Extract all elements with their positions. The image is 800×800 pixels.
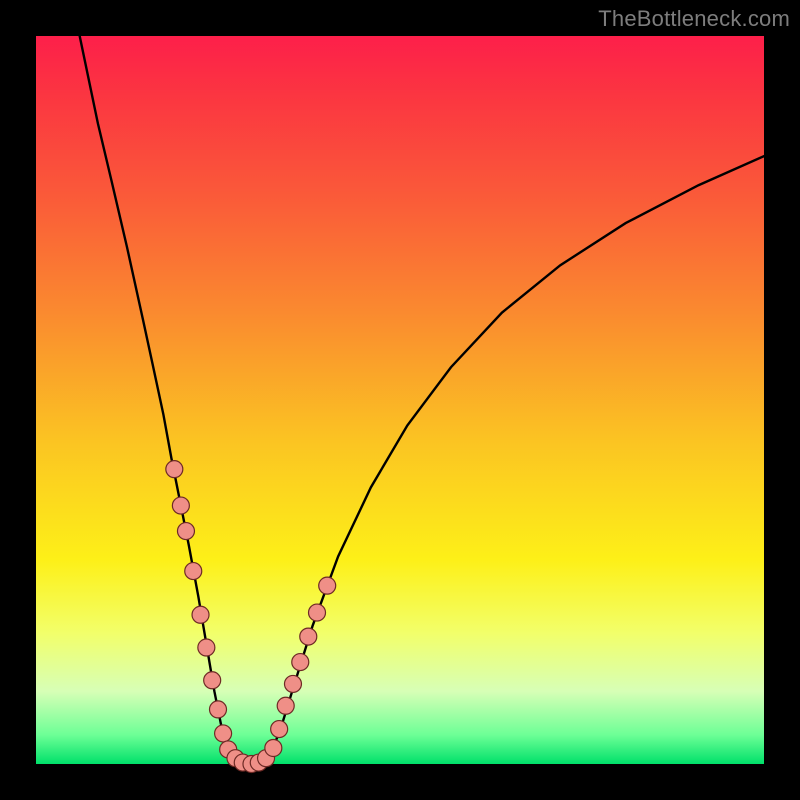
threshold-dot (300, 628, 317, 645)
chart-frame: TheBottleneck.com (0, 0, 800, 800)
bottleneck-curve (80, 36, 764, 764)
threshold-dot (185, 563, 202, 580)
threshold-dot (166, 461, 183, 478)
chart-svg (36, 36, 764, 764)
threshold-dot (172, 497, 189, 514)
threshold-dot (277, 697, 294, 714)
watermark-text: TheBottleneck.com (598, 6, 790, 32)
threshold-dot (319, 577, 336, 594)
threshold-dot (210, 701, 227, 718)
threshold-dot (215, 725, 232, 742)
threshold-dot (271, 721, 288, 738)
threshold-dot (292, 654, 309, 671)
threshold-dot (204, 672, 221, 689)
plot-area (36, 36, 764, 764)
threshold-dot (177, 523, 194, 540)
threshold-dot (309, 604, 326, 621)
threshold-dot (198, 639, 215, 656)
threshold-dot (192, 606, 209, 623)
threshold-dot (284, 675, 301, 692)
threshold-dot (265, 739, 282, 756)
